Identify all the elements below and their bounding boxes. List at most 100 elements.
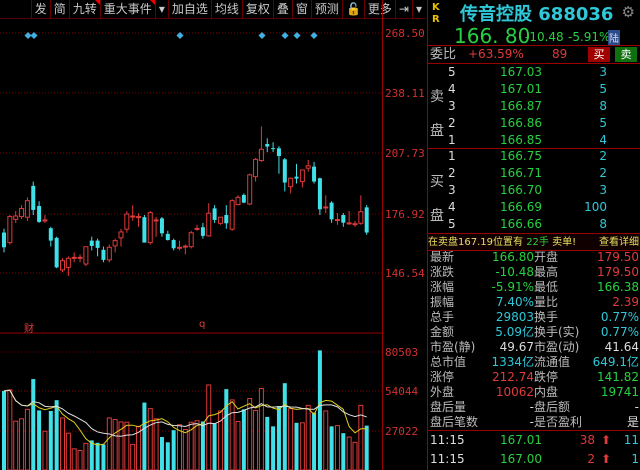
tick-row: 11:15 167.00 2 ⬆ 1 (430, 452, 639, 466)
volume-bar (323, 410, 329, 470)
event-diamond-icon (310, 31, 318, 40)
volume-bar (212, 423, 217, 470)
volume-bar (165, 442, 170, 470)
kline-chart[interactable] (0, 20, 382, 470)
toolbar-item[interactable]: 重大事件 (99, 0, 155, 19)
volume-bar (182, 428, 188, 470)
view-detail-link[interactable]: 查看详细 (599, 234, 639, 251)
price-axis-label: 176.92 (385, 208, 425, 221)
order-level[interactable]: 4 167.01 5 (428, 81, 640, 98)
kr-badge: KR (432, 2, 440, 25)
volume-bar (241, 409, 246, 470)
order-level[interactable]: 5 167.03 3 (428, 64, 640, 81)
volume-bar (317, 350, 322, 470)
toolbar-item[interactable]: 九转 (68, 0, 100, 19)
candle-body (153, 219, 159, 222)
candle-body (329, 202, 334, 220)
volume-bar (31, 379, 36, 470)
volume-bar (60, 417, 65, 470)
order-level[interactable]: 3 166.70 3 (428, 182, 640, 199)
toolbar-item[interactable]: 🔓 (341, 0, 364, 19)
stat-row: 振幅 7.40% 量比 2.39 (430, 295, 639, 309)
candle-body (229, 200, 235, 230)
toolbar-item[interactable]: ⇥ (394, 0, 412, 19)
order-level[interactable]: 3 166.87 8 (428, 98, 640, 115)
toolbar: 发简九转 重大事件 ▾ 加自选 均线 复权叠窗预测 🔓 更多 ⇥ ▾ (0, 0, 425, 19)
price-axis-label: 207.73 (385, 147, 425, 160)
candle-body (253, 158, 259, 178)
candle-body (65, 257, 71, 268)
sell-button[interactable]: 卖 (615, 47, 637, 62)
toolbar-item[interactable]: 更多 (363, 0, 395, 19)
volume-bar (101, 444, 106, 470)
order-level[interactable]: 4 166.69 100 (428, 199, 640, 216)
volume-bar (42, 430, 48, 470)
gear-icon[interactable]: ⚙ (622, 3, 635, 21)
candle-body (101, 249, 106, 260)
candle-body (7, 216, 13, 244)
toolbar-item[interactable]: 预测 (310, 0, 342, 19)
order-level[interactable]: 2 166.71 2 (428, 165, 640, 182)
order-level[interactable]: 1 166.75 2 (428, 148, 640, 165)
volume-bar (352, 441, 358, 470)
candle-body (77, 256, 83, 259)
candle-body (265, 143, 270, 147)
order-notice: 在卖盘167.19位置有 22手 卖单! 查看详细 (428, 234, 640, 251)
toolbar-item[interactable]: ▾ (411, 0, 425, 19)
candle-body (312, 166, 317, 182)
buy-button[interactable]: 买 (588, 47, 610, 62)
candle-body (334, 219, 340, 222)
volume-bar (54, 400, 59, 470)
volume-bar (106, 417, 112, 470)
toolbar-item[interactable]: 发 (30, 0, 50, 19)
toolbar-item[interactable]: 复权 (241, 0, 273, 19)
stat-row: 盘后笔数 - 是否盈利是 (430, 415, 639, 429)
up-arrow-icon: ⬆ (600, 433, 611, 447)
volume-bar (124, 421, 130, 470)
toolbar-item[interactable]: 简 (49, 0, 69, 19)
candle-body (89, 240, 94, 246)
toolbar-item[interactable]: 窗 (291, 0, 311, 19)
volume-bar (235, 420, 241, 470)
volume-bar (83, 442, 89, 470)
tick-row: 11:15 167.01 38 ⬆ 11 (430, 433, 639, 447)
candle-body (42, 219, 48, 222)
candle-body (177, 246, 182, 249)
volume-bar (334, 425, 340, 470)
volume-bar (247, 398, 253, 470)
volume-bar (346, 436, 352, 470)
order-level[interactable]: 2 166.86 5 (428, 115, 640, 132)
candle-body (288, 177, 294, 188)
toolbar-item[interactable]: 均线 (210, 0, 242, 19)
order-level[interactable]: 1 166.85 4 (428, 132, 640, 149)
price-axis-label: 146.54 (385, 267, 425, 280)
candle-body (317, 178, 322, 210)
volume-bar (194, 420, 200, 470)
order-level[interactable]: 5 166.66 8 (428, 216, 640, 233)
toolbar-item[interactable]: ▾ (154, 0, 168, 19)
candle-body (194, 227, 200, 230)
candle-body (346, 222, 352, 225)
stock-connect-badge: 陆 (608, 30, 620, 45)
candle-body (241, 194, 246, 203)
toolbar-item[interactable]: 加自选 (167, 0, 211, 19)
price-axis-label: 268.50 (385, 27, 425, 40)
finance-marker[interactable]: 财 (24, 320, 34, 335)
candle-body (212, 208, 217, 220)
volume-bar (71, 448, 77, 470)
candle-body (2, 232, 6, 248)
toolbar-item[interactable]: 叠 (272, 0, 292, 19)
stat-row: 金额 5.09亿 换手(实) 0.77% (430, 325, 639, 339)
candle-body (147, 212, 153, 244)
candle-body (299, 169, 305, 183)
candle-body (165, 233, 170, 241)
ask-label: 卖盘 (430, 89, 444, 139)
candle-body (224, 215, 229, 224)
up-arrow-icon: ⬆ (600, 452, 611, 466)
candle-body (364, 207, 369, 233)
stat-row: 涨停 212.74 跌停 141.82 (430, 370, 639, 384)
event-marker[interactable]: q (199, 319, 205, 330)
candle-body (54, 237, 59, 268)
volume-bar (276, 406, 281, 470)
volume-bar (142, 402, 147, 470)
